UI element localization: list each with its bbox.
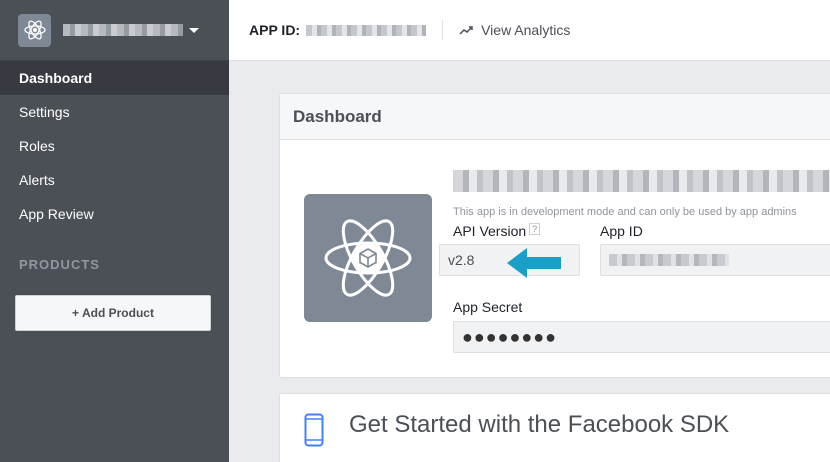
dashboard-card-title: Dashboard [280, 94, 830, 140]
app-secret-label: App Secret [453, 299, 523, 315]
top-bar: APP ID: View Analytics [229, 0, 830, 61]
api-version-value: v2.8 [448, 252, 475, 268]
dev-mode-notice: This app is in development mode and can … [453, 206, 797, 218]
app-id-label: APP ID: [249, 22, 301, 38]
add-product-button[interactable]: + Add Product [15, 295, 211, 331]
app-switcher[interactable] [0, 0, 229, 61]
sidebar: Dashboard Settings Roles Alerts App Revi… [0, 0, 229, 462]
sidebar-item-settings[interactable]: Settings [0, 95, 229, 129]
app-secret-value: ●●●●●●●● [462, 326, 557, 347]
app-title-redacted [453, 170, 830, 192]
api-version-label: API Version? [453, 223, 541, 239]
divider [442, 20, 444, 40]
chevron-down-icon[interactable] [189, 27, 199, 33]
app-id-field[interactable] [600, 244, 830, 276]
view-analytics-link[interactable]: View Analytics [459, 22, 570, 38]
app-name-redacted [63, 24, 183, 36]
sidebar-item-alerts[interactable]: Alerts [0, 163, 229, 197]
app-secret-field[interactable]: ●●●●●●●● [453, 321, 830, 353]
arrow-left-icon [507, 248, 561, 278]
sdk-card-title: Get Started with the Facebook SDK [349, 411, 730, 438]
sidebar-item-app-review[interactable]: App Review [0, 197, 229, 231]
app-id-value-redacted [609, 254, 729, 266]
atom-icon [18, 13, 51, 47]
app-id-field-label: App ID [600, 223, 643, 239]
view-analytics-label: View Analytics [481, 22, 571, 38]
dashboard-card: Dashboard This app is in development mod… [279, 93, 830, 378]
products-section-label: PRODUCTS [19, 257, 100, 272]
mobile-phone-icon [304, 413, 324, 447]
trend-arrow-icon [459, 26, 473, 35]
help-icon[interactable]: ? [529, 223, 541, 235]
api-version-label-text: API Version [453, 223, 527, 239]
app-id-redacted [306, 24, 427, 36]
sidebar-item-roles[interactable]: Roles [0, 129, 229, 163]
atom-cube-icon [304, 194, 432, 322]
sdk-card: Get Started with the Facebook SDK [279, 393, 830, 462]
sidebar-nav: Dashboard Settings Roles Alerts App Revi… [0, 61, 229, 231]
sidebar-item-dashboard[interactable]: Dashboard [0, 61, 229, 95]
